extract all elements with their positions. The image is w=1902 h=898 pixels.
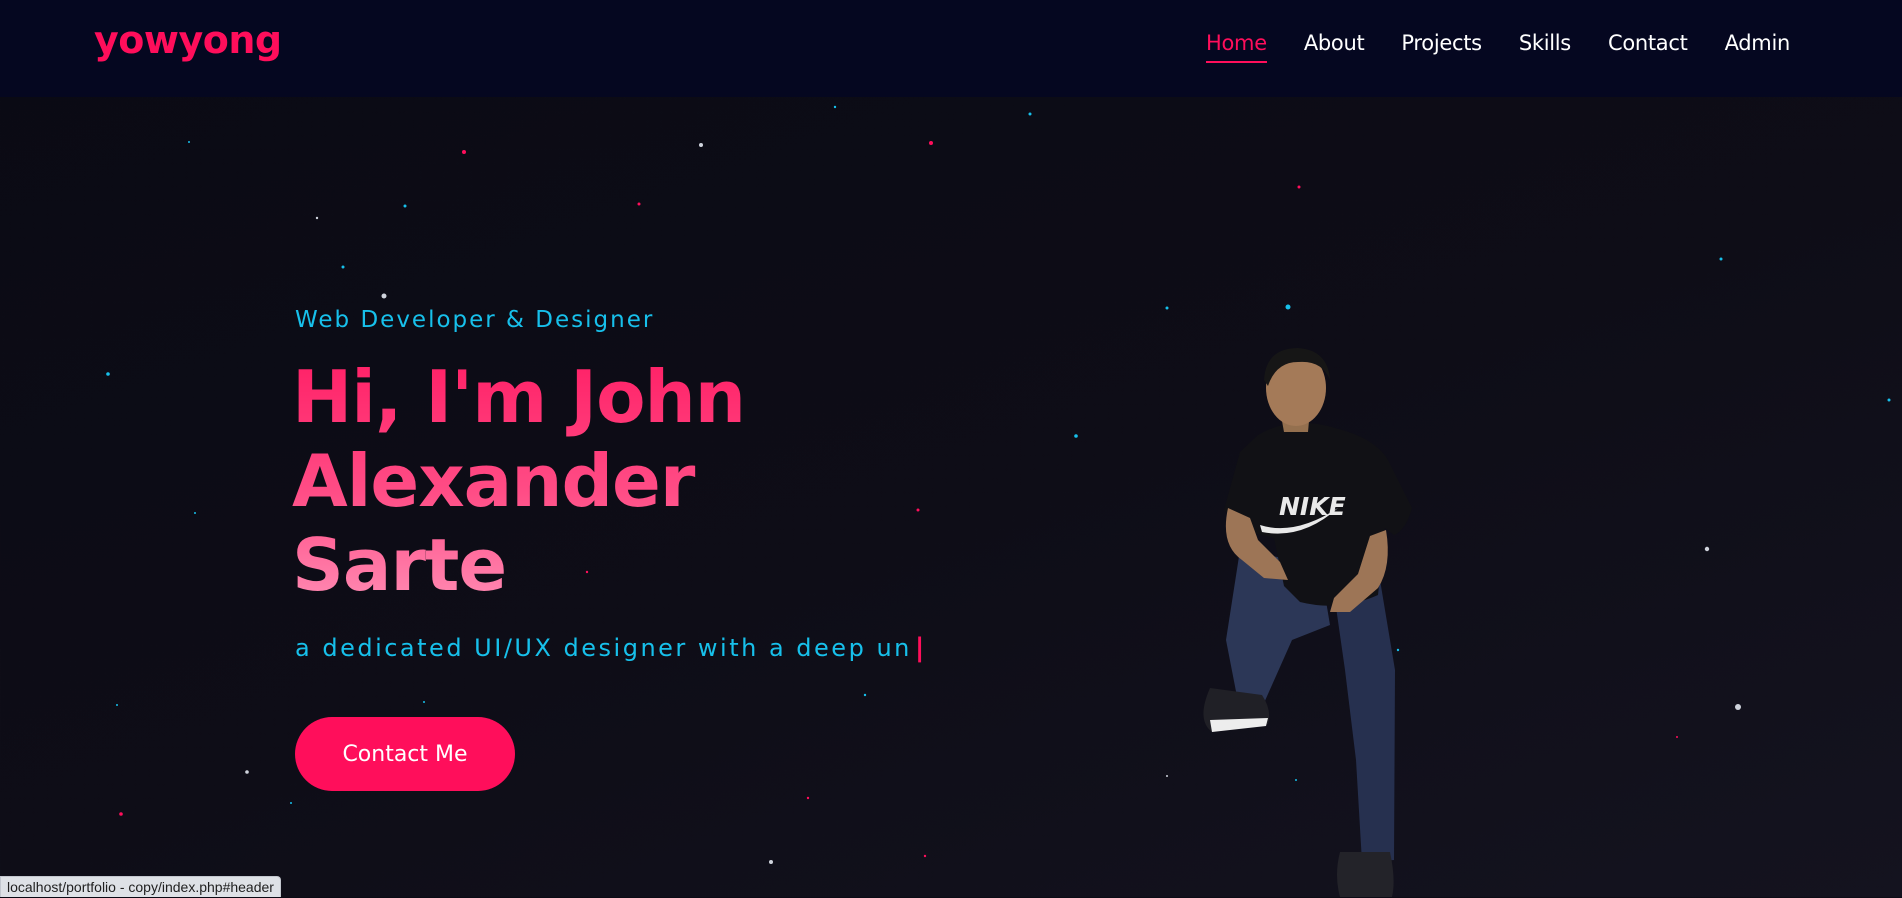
hero-subtitle: Web Developer & Designer — [295, 307, 655, 333]
nav-link-home[interactable]: Home — [1206, 31, 1267, 63]
nav-link-contact[interactable]: Contact — [1608, 31, 1688, 63]
headline-line-3: Sarte — [292, 523, 507, 607]
profile-photo: NIKE — [1203, 348, 1412, 897]
nav-link-projects[interactable]: Projects — [1401, 31, 1482, 63]
nav-link-admin[interactable]: Admin — [1725, 31, 1791, 63]
site-header: yowyong Home About Projects Skills Conta… — [0, 0, 1902, 97]
contact-me-button[interactable]: Contact Me — [295, 717, 515, 791]
typing-cursor: | — [914, 633, 925, 663]
tagline-text: a dedicated UI/UX designer with a deep u… — [295, 634, 912, 662]
nav-link-about[interactable]: About — [1304, 31, 1365, 63]
nav-link-skills[interactable]: Skills — [1519, 31, 1571, 63]
site-logo[interactable]: yowyong — [94, 18, 282, 62]
headline-line-1: Hi, I'm John — [292, 355, 746, 439]
main-nav: Home About Projects Skills Contact Admin — [1206, 31, 1827, 63]
hero-headline: Hi, I'm John Alexander Sarte — [292, 355, 972, 607]
headline-line-2: Alexander — [292, 439, 695, 523]
svg-text:NIKE: NIKE — [1279, 492, 1346, 521]
typing-tagline: a dedicated UI/UX designer with a deep u… — [295, 633, 924, 663]
browser-status-bar: localhost/portfolio - copy/index.php#hea… — [0, 876, 281, 897]
